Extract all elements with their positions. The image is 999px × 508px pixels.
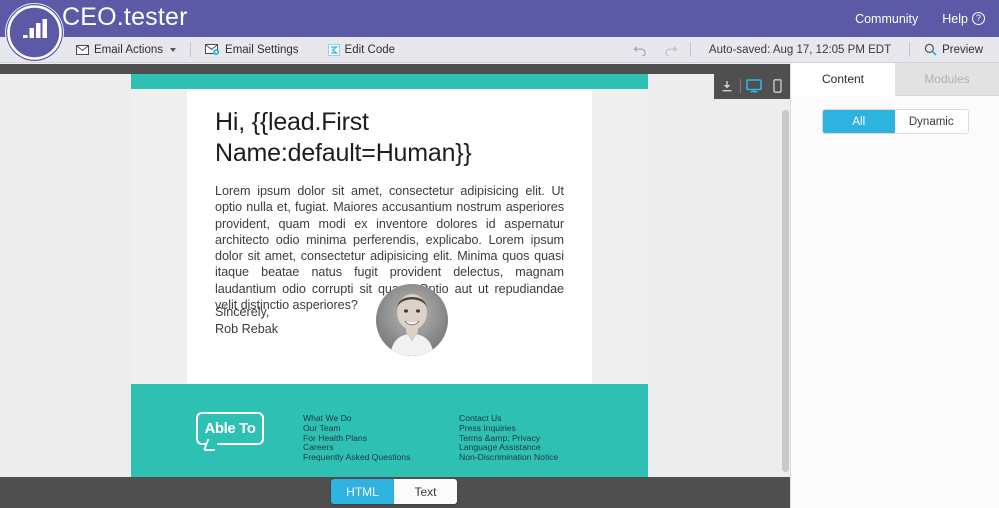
question-circle-icon: ? bbox=[972, 12, 985, 25]
desktop-monitor-icon[interactable] bbox=[744, 76, 764, 96]
signer-name: Rob Rebak bbox=[215, 322, 279, 336]
email-canvas-scrollbar[interactable] bbox=[782, 110, 789, 472]
content-filter-segmented-control: All Dynamic bbox=[821, 109, 969, 134]
device-preview-toolbar bbox=[714, 73, 790, 99]
caret-down-icon bbox=[170, 47, 177, 52]
signature-text: Sincerely, Rob Rebak bbox=[215, 284, 278, 338]
email-text-block[interactable]: Hi, {{lead.First Name:default=Human}} Lo… bbox=[187, 89, 592, 313]
email-settings-button[interactable]: Email Settings bbox=[195, 37, 309, 63]
redo-arrow-icon[interactable] bbox=[656, 37, 686, 63]
top-header-bar: CEO.tester Community Help ? bbox=[0, 0, 999, 37]
footer-link-column-2: Contact Us Press Inquiries Terms &amp; P… bbox=[459, 413, 558, 463]
edit-code-label: Edit Code bbox=[344, 43, 396, 56]
toolbar-right-group: Auto-saved: Aug 17, 12:05 PM EDT Preview bbox=[626, 37, 989, 63]
top-header-right-group: Community Help ? bbox=[855, 0, 985, 37]
text-tab[interactable]: Text bbox=[394, 479, 457, 504]
email-footer[interactable]: Able To What We Do Our Team For Health P… bbox=[131, 384, 648, 477]
code-brackets-icon bbox=[327, 43, 340, 56]
marketo-bars-circle-icon[interactable] bbox=[6, 4, 63, 61]
tab-modules: Modules bbox=[895, 63, 999, 96]
email-actions-button[interactable]: Email Actions bbox=[66, 37, 186, 63]
tab-content[interactable]: Content bbox=[791, 63, 895, 96]
preview-button[interactable]: Preview bbox=[914, 43, 989, 56]
ableto-logo: Able To bbox=[196, 412, 264, 445]
email-preview-canvas: Hi, {{lead.First Name:default=Human}} Lo… bbox=[0, 74, 790, 477]
magnifier-icon bbox=[924, 43, 937, 56]
envelope-icon bbox=[76, 44, 89, 55]
toolbar-divider-3 bbox=[689, 42, 691, 57]
filter-dynamic-button[interactable]: Dynamic bbox=[895, 110, 968, 133]
preview-label: Preview bbox=[942, 43, 983, 56]
panel-tab-bar: Content Modules bbox=[791, 63, 999, 96]
undo-arrow-icon[interactable] bbox=[626, 37, 656, 63]
canvas-top-strip bbox=[0, 64, 790, 74]
envelope-gear-icon bbox=[205, 44, 220, 55]
signoff-line: Sincerely, bbox=[215, 305, 270, 319]
edit-code-button[interactable]: Edit Code bbox=[318, 37, 406, 63]
email-actions-label: Email Actions bbox=[94, 43, 164, 56]
email-frame: Hi, {{lead.First Name:default=Human}} Lo… bbox=[131, 74, 789, 477]
filter-all-button[interactable]: All bbox=[822, 110, 895, 133]
toolbar-divider-4 bbox=[909, 42, 911, 57]
email-top-color-band bbox=[131, 74, 648, 89]
avatar bbox=[376, 284, 448, 356]
toolbar-divider bbox=[190, 42, 192, 57]
toolbar-left-group: Email Actions Email Settings Edit Code bbox=[66, 37, 405, 63]
footer-link[interactable]: Frequently Asked Questions bbox=[303, 452, 410, 463]
email-signature-block[interactable]: Sincerely, Rob Rebak bbox=[187, 284, 592, 356]
page-title: CEO.tester bbox=[62, 3, 188, 31]
help-link[interactable]: Help ? bbox=[942, 12, 985, 26]
editor-toolbar: Email Actions Email Settings Edit Code A… bbox=[0, 37, 999, 63]
email-settings-label: Email Settings bbox=[225, 43, 299, 56]
footer-link-column-1: What We Do Our Team For Health Plans Car… bbox=[303, 413, 410, 463]
html-tab[interactable]: HTML bbox=[331, 479, 394, 504]
email-heading: Hi, {{lead.First Name:default=Human}} bbox=[215, 108, 472, 167]
mobile-phone-icon[interactable] bbox=[767, 76, 787, 96]
footer-link[interactable]: Non-Discrimination Notice bbox=[459, 452, 558, 463]
help-label: Help bbox=[942, 11, 968, 26]
right-side-panel: Content Modules All Dynamic bbox=[790, 63, 999, 508]
download-bottom-icon[interactable] bbox=[717, 76, 737, 96]
email-content-area[interactable]: Hi, {{lead.First Name:default=Human}} Lo… bbox=[187, 89, 592, 384]
autosave-status: Auto-saved: Aug 17, 12:05 PM EDT bbox=[708, 43, 892, 56]
ableto-logo-text: Able To bbox=[204, 420, 256, 437]
device-toolbar-divider bbox=[740, 79, 741, 93]
community-link[interactable]: Community bbox=[855, 12, 918, 26]
format-toggle-group: HTML Text bbox=[331, 479, 457, 504]
panel-body: All Dynamic bbox=[791, 96, 999, 508]
